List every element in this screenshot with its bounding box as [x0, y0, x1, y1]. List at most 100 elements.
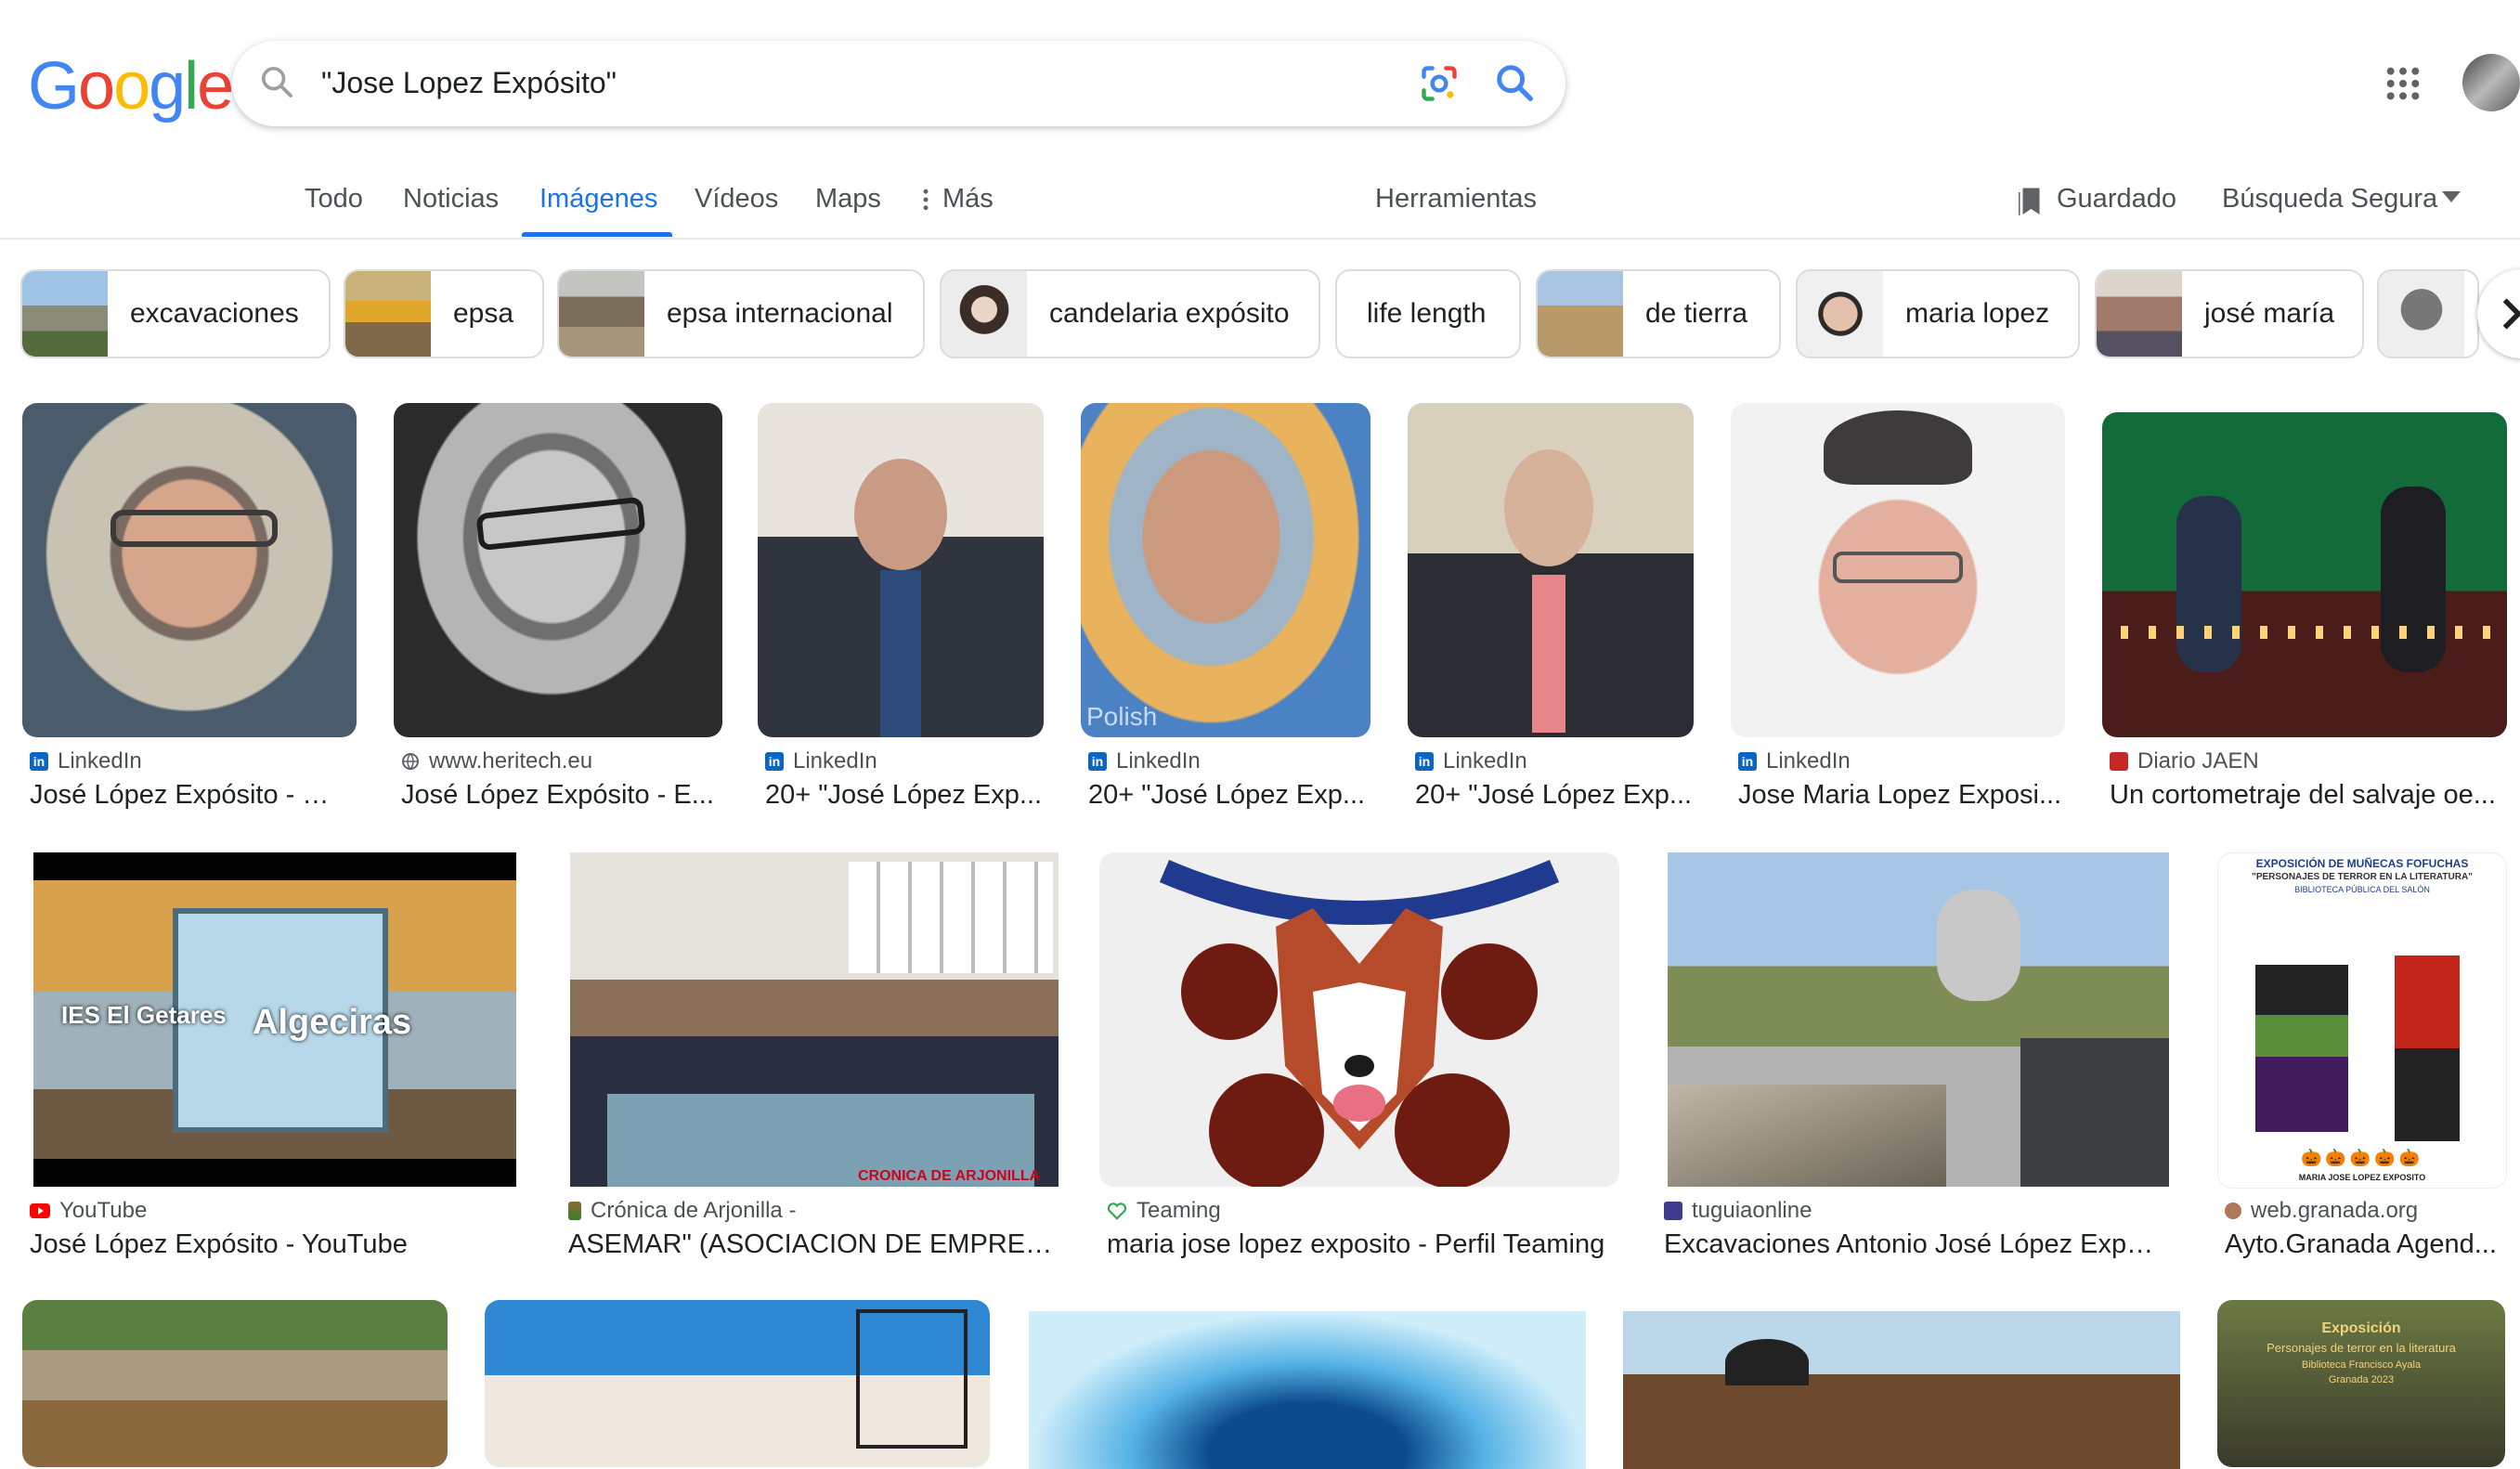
result-card[interactable]: CRONICA DE ARJONILLA Crónica de Arjonill… — [561, 852, 1062, 1270]
chip-epsa-internacional[interactable]: epsa internacional — [557, 269, 925, 358]
result-image — [1623, 1311, 2180, 1469]
header-divider — [0, 238, 2520, 240]
result-source: YouTube — [30, 1198, 147, 1224]
result-card[interactable] — [22, 1300, 448, 1467]
result-title: ASEMAR" (ASOCIACION DE EMPRESAR... — [568, 1229, 1060, 1259]
balcony-shape — [856, 1309, 968, 1449]
result-title: José López Expósito - E... — [401, 780, 714, 810]
result-source: in LinkedIn — [765, 748, 877, 774]
video-caption-2: Algeciras — [253, 1003, 412, 1042]
chip-thumbnail — [2379, 271, 2464, 357]
tab-mas[interactable]: Más — [942, 180, 994, 217]
site-favicon — [2225, 1202, 2241, 1219]
result-image — [22, 403, 357, 737]
tab-videos[interactable]: Vídeos — [695, 180, 778, 217]
result-image: Exposición Personajes de terror en la li… — [2217, 1300, 2505, 1467]
tie-shape — [1532, 575, 1565, 733]
road-shape — [2020, 1038, 2169, 1187]
tab-todo[interactable]: Todo — [305, 180, 363, 217]
account-avatar[interactable] — [2462, 54, 2520, 111]
site-favicon — [1664, 1202, 1682, 1220]
chip-excavaciones[interactable]: excavaciones — [20, 269, 331, 358]
result-image — [1099, 852, 1619, 1187]
search-icon — [262, 67, 292, 98]
chevron-right-icon — [2502, 298, 2520, 330]
tab-maps[interactable]: Maps — [815, 180, 881, 217]
poster-subtitle: Personajes de terror en la literatura — [2267, 1341, 2456, 1355]
result-source: Diario JAEN — [2110, 748, 2259, 774]
search-input[interactable]: "Jose Lopez Expósito" — [321, 61, 617, 104]
chip-thumbnail — [1538, 271, 1623, 357]
ditch-shape — [1668, 1085, 1946, 1187]
chip-thumbnail — [559, 271, 644, 357]
stage-lights — [2121, 626, 2492, 639]
person-shape — [2176, 496, 2241, 672]
result-card[interactable]: www.heritech.eu José López Expósito - E.… — [394, 403, 722, 821]
google-lens-icon[interactable] — [1419, 63, 1460, 104]
youtube-icon — [30, 1203, 50, 1218]
chip-maria-lopez[interactable]: maria lopez — [1796, 269, 2080, 358]
search-submit-icon[interactable] — [1493, 61, 1536, 104]
poster-date: Granada 2023 — [2328, 1374, 2395, 1385]
chip-epsa[interactable]: epsa — [344, 269, 544, 358]
apps-grid-icon[interactable] — [2384, 65, 2422, 102]
chip-life-length[interactable]: life length — [1335, 269, 1521, 358]
chip-candelaria-exposito[interactable]: candelaria expósito — [940, 269, 1320, 358]
chip-thumbnail — [942, 271, 1027, 357]
result-image — [1408, 403, 1694, 737]
tools-button[interactable]: Herramientas — [1375, 180, 1537, 217]
tab-noticias[interactable]: Noticias — [403, 180, 499, 217]
doll-shape — [2395, 956, 2460, 1141]
result-card[interactable]: in LinkedIn Jose Maria Lopez Exposi... — [1731, 403, 2065, 821]
result-card[interactable]: tuguiaonline Excavaciones Antonio José L… — [1656, 852, 2171, 1270]
chip-de-tierra[interactable]: de tierra — [1536, 269, 1781, 358]
result-card[interactable] — [1623, 1311, 2180, 1469]
chip-label: maria lopez — [1905, 298, 2050, 329]
tab-imagenes[interactable]: Imágenes — [539, 180, 657, 217]
poster-library: Biblioteca Francisco Ayala — [2301, 1359, 2422, 1371]
glasses-shape — [475, 496, 646, 552]
linkedin-icon: in — [1415, 752, 1434, 771]
poster-title: EXPOSICIÓN DE MUÑECAS FOFUCHAS — [2255, 857, 2469, 870]
more-vert-icon — [923, 188, 929, 211]
safesearch-button[interactable]: Búsqueda Segura — [2222, 180, 2437, 217]
result-image: EXPOSICIÓN DE MUÑECAS FOFUCHAS "PERSONAJ… — [2217, 852, 2507, 1189]
result-card[interactable]: in LinkedIn José López Expósito - Pr... — [22, 403, 357, 821]
result-card[interactable] — [1029, 1311, 1586, 1469]
window-shape — [849, 862, 1053, 973]
chip-thumbnail — [345, 271, 431, 357]
result-image — [1731, 403, 2065, 737]
result-card[interactable]: in LinkedIn 20+ "José López Exp... — [1408, 403, 1694, 821]
result-card[interactable]: in LinkedIn 20+ "José López Exp... — [758, 403, 1044, 821]
active-tab-indicator — [522, 232, 672, 237]
result-source: Crónica de Arjonilla - — [568, 1198, 796, 1224]
hat-shape — [1725, 1339, 1809, 1385]
result-card[interactable]: Diario JAEN Un cortometraje del salvaje … — [2102, 403, 2520, 821]
saved-button[interactable]: Guardado — [2057, 180, 2176, 217]
result-source: www.heritech.eu — [401, 748, 592, 774]
result-card[interactable] — [485, 1300, 990, 1467]
chip-thumbnail — [1798, 271, 1883, 357]
glasses-shape — [110, 510, 278, 547]
poster-title: Exposición — [2321, 1320, 2401, 1336]
result-card[interactable]: IES El Getares Algeciras YouTube José Ló… — [22, 852, 524, 1270]
heart-icon — [1107, 1202, 1127, 1220]
google-logo[interactable]: Google — [28, 53, 234, 120]
result-title: Ayto.Granada Agend... — [2225, 1229, 2497, 1259]
result-card[interactable]: Exposición Personajes de terror en la li… — [2217, 1300, 2505, 1467]
linkedin-icon: in — [765, 752, 784, 771]
result-source: in LinkedIn — [1415, 748, 1527, 774]
result-card[interactable]: Polish in LinkedIn 20+ "José López Exp... — [1081, 403, 1370, 821]
watermark-text: CRONICA DE ARJONILLA — [858, 1168, 1041, 1184]
result-image — [1668, 852, 2169, 1187]
result-card[interactable]: Teaming maria jose lopez exposito - Perf… — [1099, 852, 1619, 1270]
bookmark-icon — [2019, 188, 2040, 216]
chip-label: excavaciones — [130, 298, 299, 329]
result-source: tuguiaonline — [1664, 1198, 1812, 1224]
result-card[interactable]: EXPOSICIÓN DE MUÑECAS FOFUCHAS "PERSONAJ… — [2217, 852, 2514, 1270]
chip-partial[interactable] — [2377, 269, 2479, 358]
face-shape — [1504, 449, 1593, 566]
chip-jose-maria[interactable]: josé maría — [2095, 269, 2364, 358]
chips-next-button[interactable] — [2477, 269, 2520, 358]
poster-library: BIBLIOTECA PÚBLICA DEL SALÓN — [2294, 885, 2430, 894]
